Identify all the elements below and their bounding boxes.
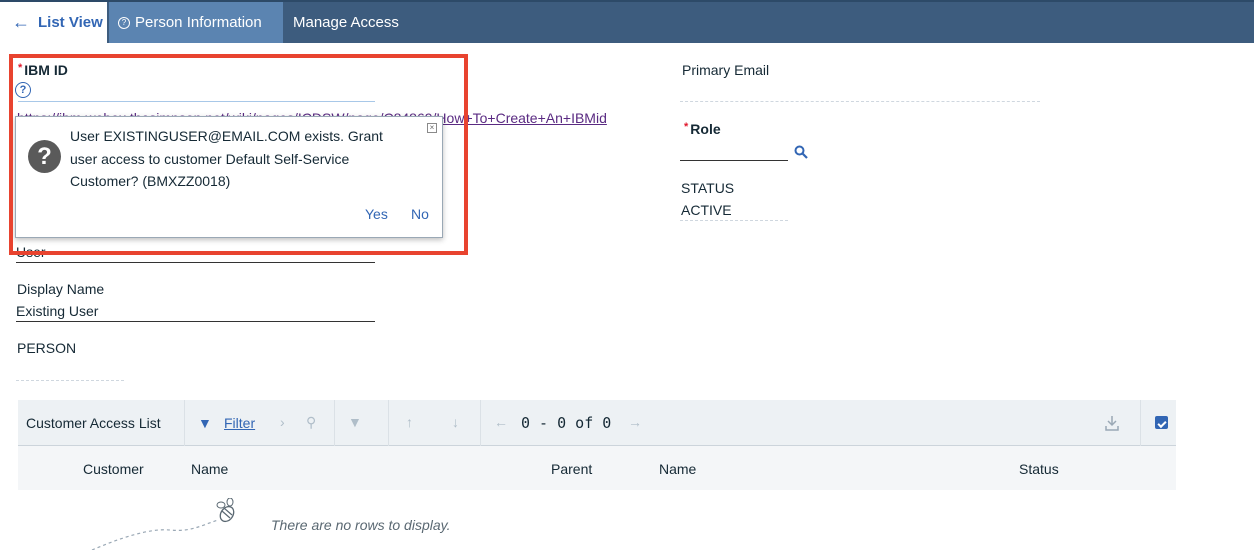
toolbar-divider (480, 400, 481, 446)
help-icon[interactable]: ? (15, 82, 31, 98)
arrow-left-icon[interactable]: ← (494, 414, 508, 430)
toolbar-divider (334, 400, 335, 446)
top-navigation: ← List View ? Person Information Manage … (0, 0, 1254, 43)
ibm-id-label: * IBM ID (18, 62, 68, 78)
column-name[interactable]: Name (191, 461, 228, 477)
toolbar-divider (184, 400, 185, 446)
display-name-value[interactable]: Existing User (16, 303, 98, 319)
manage-access-label: Manage Access (293, 14, 399, 31)
column-parent-name[interactable]: Name (659, 461, 696, 477)
no-button[interactable]: No (411, 206, 429, 222)
role-label: * Role (684, 121, 721, 137)
table-title: Customer Access List (26, 415, 161, 431)
yes-button[interactable]: Yes (365, 206, 388, 222)
ibm-id-input[interactable] (18, 101, 375, 102)
table-header: Customer Name Parent Name Status (18, 446, 1176, 490)
tab-manage-access[interactable]: Manage Access (283, 2, 413, 43)
role-input[interactable] (680, 160, 788, 161)
arrow-down-icon[interactable]: ↓ (452, 414, 459, 430)
person-type-field (16, 380, 124, 381)
select-rows-icon[interactable] (1155, 416, 1168, 429)
search-icon[interactable] (794, 145, 808, 159)
download-icon[interactable] (1104, 415, 1120, 431)
person-info-icon: ? (118, 16, 130, 29)
person-type-label: PERSON (17, 340, 77, 356)
back-arrow-icon: ← (12, 12, 30, 32)
search-icon[interactable]: ⚲ (306, 414, 316, 431)
clear-filter-icon[interactable]: ▼ (348, 414, 362, 430)
bee-illustration-icon (91, 498, 235, 550)
column-status[interactable]: Status (1019, 461, 1059, 477)
primary-email-field[interactable] (680, 101, 1040, 102)
chevron-right-icon[interactable]: › (280, 414, 285, 430)
user-input-line[interactable] (16, 262, 375, 263)
display-name-label: Display Name (17, 281, 105, 297)
toolbar-divider (1140, 400, 1141, 446)
pagination-counter: 0 - 0 of 0 (521, 414, 612, 432)
empty-table-message: There are no rows to display. (271, 517, 451, 533)
question-icon: ? (28, 140, 61, 173)
required-marker: * (684, 121, 689, 133)
status-field (680, 220, 788, 221)
tab-person-information[interactable]: ? Person Information (109, 2, 283, 43)
filter-link[interactable]: Filter (224, 415, 255, 431)
arrow-right-icon[interactable]: → (628, 414, 642, 430)
toolbar-divider (388, 400, 389, 446)
filter-icon[interactable]: ▼ (198, 415, 212, 431)
dialog-message: User EXISTINGUSER@EMAIL.COM exists. Gran… (70, 128, 383, 189)
status-value: ACTIVE (681, 202, 732, 218)
primary-email-label: Primary Email (682, 62, 770, 78)
table-toolbar: Customer Access List ▼ Filter › ⚲ ▼ ↑ ↓ … (18, 400, 1176, 446)
close-icon[interactable]: × (427, 123, 437, 133)
display-name-input-line (16, 321, 375, 322)
confirm-dialog: × ? User EXISTINGUSER@EMAIL.COM exists. … (15, 116, 443, 238)
user-value: User (16, 244, 46, 258)
status-label: STATUS (681, 180, 735, 196)
column-customer[interactable]: Customer (83, 461, 144, 477)
person-info-label: Person Information (135, 14, 262, 31)
required-marker: * (18, 62, 23, 74)
column-parent[interactable]: Parent (551, 461, 592, 477)
arrow-up-icon[interactable]: ↑ (406, 414, 413, 430)
list-view-label: List View (38, 14, 103, 31)
list-view-tab[interactable]: ← List View (0, 2, 107, 43)
